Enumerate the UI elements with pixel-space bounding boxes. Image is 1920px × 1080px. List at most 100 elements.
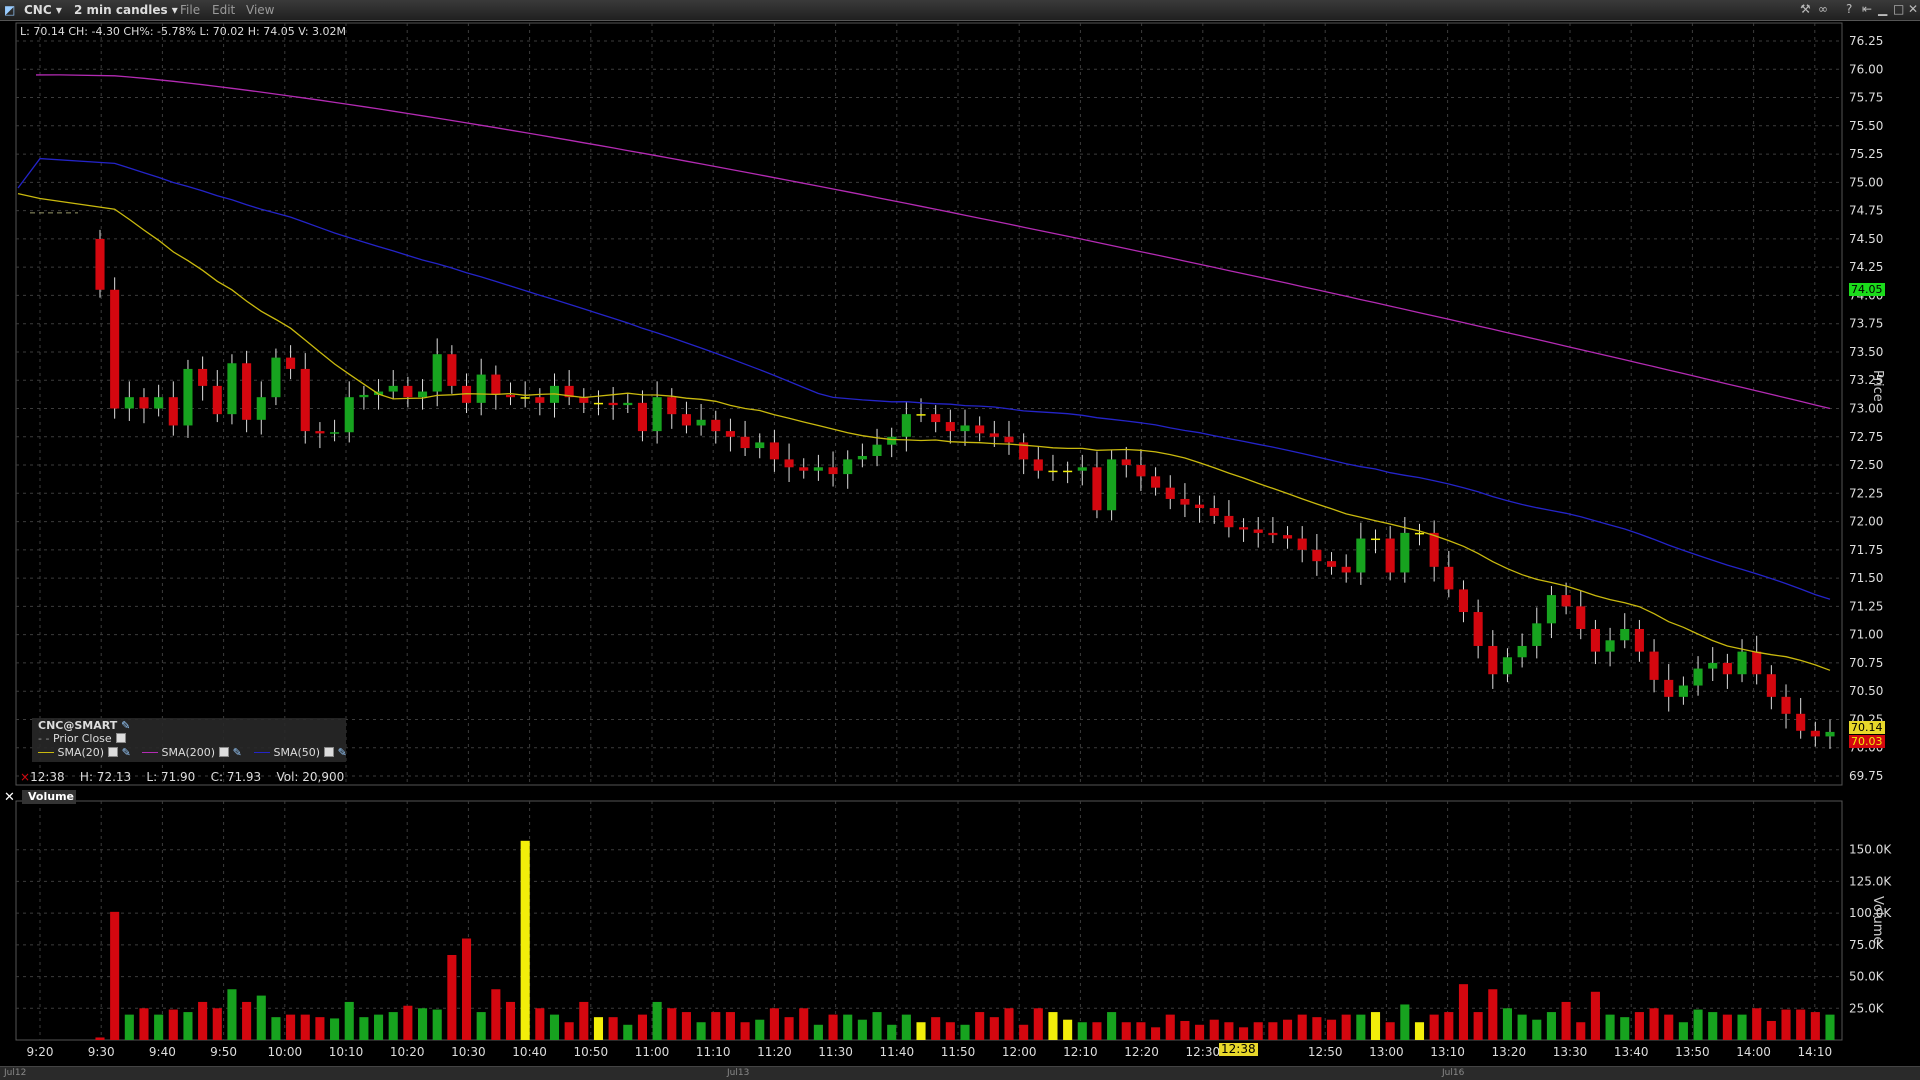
volume-bar xyxy=(1004,1008,1014,1040)
hover-data-line: ×12:38 H: 72.13 L: 71.90 C: 71.93 Vol: 2… xyxy=(20,770,345,784)
volume-bar xyxy=(1414,1022,1425,1040)
candle-body xyxy=(1151,476,1161,488)
time-tick-label: 14:10 xyxy=(1798,1045,1833,1059)
quote-info-line: L: 70.14 CH: -4.30 CH%: -5.78% L: 70.02 … xyxy=(20,25,347,38)
price-volume-chart[interactable]: 69.7570.0070.2570.5070.7571.0071.2571.50… xyxy=(0,21,1920,1066)
volume-bar xyxy=(769,1008,779,1040)
time-tick-label: 11:30 xyxy=(818,1045,853,1059)
candle-body xyxy=(1282,535,1293,539)
price-tick-label: 73.50 xyxy=(1849,345,1883,359)
price-tick-label: 73.75 xyxy=(1849,317,1883,331)
volume-bar xyxy=(1312,1017,1322,1040)
price-tick-label: 73.00 xyxy=(1849,402,1883,416)
candle-body xyxy=(1326,561,1337,567)
volume-bar xyxy=(1326,1019,1337,1040)
volume-bar xyxy=(1077,1022,1087,1040)
sma50-checkbox[interactable] xyxy=(324,747,335,757)
price-tick-label: 71.00 xyxy=(1849,628,1883,642)
price-tick-label: 76.00 xyxy=(1849,62,1883,76)
legend-sma200[interactable]: SMA(200) ✎ xyxy=(142,746,242,759)
time-tick-label: 13:00 xyxy=(1369,1045,1404,1059)
candle-body xyxy=(1825,731,1835,737)
prior-close-checkbox[interactable] xyxy=(115,733,126,743)
volume-bar xyxy=(1356,1014,1366,1040)
candle-body xyxy=(1209,508,1219,516)
volume-bar xyxy=(1458,984,1469,1040)
legend-sma50[interactable]: SMA(50) ✎ xyxy=(254,746,347,759)
volume-bar xyxy=(388,1012,398,1040)
volume-bar xyxy=(315,1017,325,1040)
wrench-icon[interactable]: ⚒ xyxy=(1800,2,1811,16)
date-scroll-bar[interactable]: Jul12 Jul13 Jul16 xyxy=(0,1066,1920,1080)
close-volume-pane-icon[interactable]: ✕ xyxy=(4,790,15,805)
time-tick-label: 12:50 xyxy=(1308,1045,1343,1059)
volume-axis-title: Volume xyxy=(1870,896,1885,945)
app-icon: ◩ xyxy=(4,3,16,17)
volume-bar xyxy=(945,1022,955,1040)
time-tick-label: 9:30 xyxy=(88,1045,115,1059)
candle-body xyxy=(901,414,911,437)
legend-sma20[interactable]: SMA(20) ✎ xyxy=(38,746,131,759)
time-tick-label: 11:40 xyxy=(880,1045,915,1059)
volume-bar xyxy=(124,1014,134,1040)
menu-view[interactable]: View xyxy=(246,3,274,17)
volume-bar xyxy=(344,1001,354,1040)
volume-bar xyxy=(901,1014,911,1040)
volume-bar xyxy=(1488,989,1498,1040)
legend-title: CNC@SMART ✎ xyxy=(38,719,131,732)
volume-pane-title: Volume xyxy=(22,790,76,804)
menu-file[interactable]: File xyxy=(180,3,200,17)
volume-bar xyxy=(286,1014,296,1040)
volume-bar xyxy=(623,1024,633,1040)
candle-body xyxy=(1561,595,1571,607)
candle-body xyxy=(1605,640,1615,652)
volume-bar xyxy=(1341,1014,1351,1040)
candle-body xyxy=(1165,487,1175,499)
candle-body xyxy=(1517,645,1527,658)
volume-bar xyxy=(975,1012,985,1040)
minimize-icon[interactable]: ▁ xyxy=(1878,2,1887,16)
candle-body xyxy=(1180,498,1190,505)
volume-bar xyxy=(1678,1022,1688,1040)
sma200-checkbox[interactable] xyxy=(219,747,230,757)
volume-bar xyxy=(1253,1022,1263,1040)
legend-prior-close[interactable]: - - Prior Close xyxy=(38,732,126,745)
window-titlebar: ◩ CNC ▾ 2 min candles ▾ File Edit View ⚒… xyxy=(0,0,1920,21)
link-icon[interactable]: ∞ xyxy=(1818,2,1828,16)
sma20-checkbox[interactable] xyxy=(108,747,119,757)
last-price-tag: 70.14 xyxy=(1849,721,1885,734)
time-tick-label: 12:10 xyxy=(1063,1045,1098,1059)
timeframe-dropdown[interactable]: 2 min candles ▾ xyxy=(74,3,178,17)
volume-bar xyxy=(857,1019,867,1040)
candle-body xyxy=(1488,645,1498,675)
volume-bar xyxy=(520,840,530,1040)
price-tick-label: 72.75 xyxy=(1849,430,1883,444)
price-tick-label: 74.50 xyxy=(1849,232,1883,246)
axis-labels: 69.7570.0070.2570.5070.7571.0071.2571.50… xyxy=(27,34,1893,1059)
volume-bar xyxy=(1576,1022,1586,1040)
volume-bar xyxy=(1561,1001,1571,1040)
price-tick-label: 70.75 xyxy=(1849,656,1883,670)
volume-bar xyxy=(799,1008,809,1040)
candle-body xyxy=(1268,532,1278,536)
close-window-icon[interactable]: ✕ xyxy=(1908,2,1918,16)
candle-body xyxy=(242,363,252,420)
menu-edit[interactable]: Edit xyxy=(212,3,235,17)
maximize-icon[interactable]: □ xyxy=(1893,2,1904,16)
candle-body xyxy=(608,402,618,406)
volume-bar xyxy=(1825,1014,1835,1040)
candle-body xyxy=(769,442,779,460)
time-tick-label: 11:00 xyxy=(635,1045,670,1059)
volume-bar xyxy=(960,1024,970,1040)
volume-bar xyxy=(212,1008,222,1040)
candle-body xyxy=(1810,730,1820,737)
help-icon[interactable]: ? xyxy=(1846,2,1852,16)
volume-bar xyxy=(1664,1014,1674,1040)
symbol-dropdown[interactable]: CNC ▾ xyxy=(24,3,62,17)
candle-body xyxy=(447,354,457,386)
candle-body xyxy=(667,397,677,415)
volume-tick-label: 50.0K xyxy=(1849,970,1885,984)
candle-body xyxy=(799,467,809,471)
price-tick-label: 74.25 xyxy=(1849,260,1883,274)
pin-icon[interactable]: ⇤ xyxy=(1862,2,1872,16)
